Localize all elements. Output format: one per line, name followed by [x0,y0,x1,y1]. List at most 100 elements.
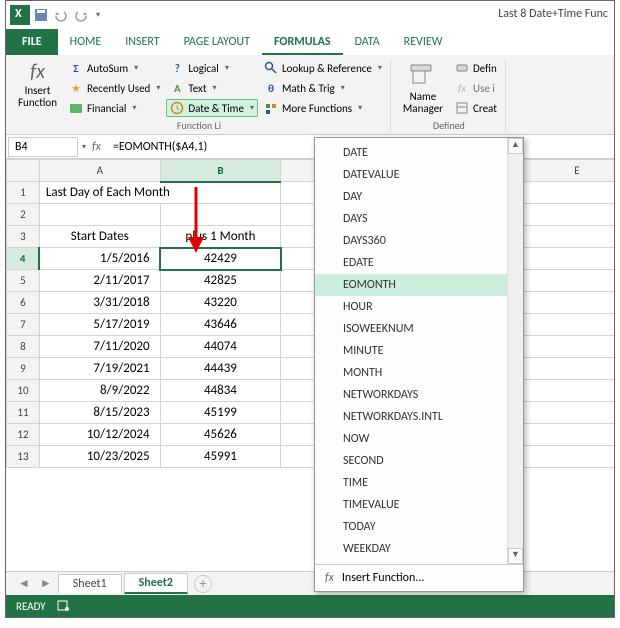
tab-data[interactable]: DATA [343,29,392,55]
create-from-selection-button[interactable]: Creat [451,99,501,117]
logical-button[interactable]: ?Logical▾ [166,59,258,77]
date-time-dropdown: DATEDATEVALUEDAYDAYSDAYS360EDATEEOMONTHH… [314,137,524,592]
tab-review[interactable]: REVIEW [392,29,455,55]
menu-item-day[interactable]: DAY [315,186,507,208]
tab-page-layout[interactable]: PAGE LAYOUT [172,29,262,55]
col-header-B[interactable]: B [160,160,281,182]
macro-record-icon[interactable] [56,598,70,615]
cell-B12[interactable]: 45626 [160,424,281,446]
clock-icon [170,101,184,115]
cell-A9[interactable]: 7/19/2021 [39,358,160,380]
window-title: Last 8 Date+Time Func [498,7,608,21]
save-icon[interactable] [34,8,48,22]
cell-A5[interactable]: 2/11/2017 [39,270,160,292]
cell-A4[interactable]: 1/5/2016 [39,248,160,270]
name-box[interactable]: B4 [8,137,78,157]
tab-formulas[interactable]: FORMULAS [262,29,343,55]
cell-B5[interactable]: 42825 [160,270,281,292]
menu-item-weekday[interactable]: WEEKDAY [315,538,507,560]
row-header-1[interactable]: 1 [7,182,40,204]
menu-item-eomonth[interactable]: EOMONTH [315,274,507,296]
cell-B8[interactable]: 44074 [160,336,281,358]
qat-dropdown-icon[interactable]: ▾ [96,10,100,20]
fx-menu-icon: fx [325,571,334,585]
insert-function-button[interactable]: fx Insert Function [12,59,63,117]
redo-icon[interactable] [74,8,88,22]
row-header-5[interactable]: 5 [7,270,40,292]
lookup-button[interactable]: Lookup & Reference▾ [260,59,386,77]
menu-item-networkdays-intl[interactable]: NETWORKDAYS.INTL [315,406,507,428]
menu-insert-function[interactable]: fx Insert Function... [315,564,523,591]
tab-home[interactable]: HOME [58,29,114,55]
menu-item-hour[interactable]: HOUR [315,296,507,318]
autosum-button[interactable]: ΣAutoSum▾ [65,59,164,77]
tab-insert[interactable]: INSERT [113,29,171,55]
scroll-up-icon[interactable]: ▲ [508,138,523,154]
menu-item-time[interactable]: TIME [315,472,507,494]
undo-icon[interactable] [54,8,68,22]
cell-B3[interactable]: plus 1 Month [160,226,281,248]
tab-file[interactable]: FILE [6,29,58,55]
menu-item-date[interactable]: DATE [315,142,507,164]
cell-B10[interactable]: 44834 [160,380,281,402]
col-header-A[interactable]: A [39,160,160,182]
cell-B13[interactable]: 45991 [160,446,281,468]
row-header-11[interactable]: 11 [7,402,40,424]
cell-A10[interactable]: 8/9/2022 [39,380,160,402]
cell-A6[interactable]: 3/31/2018 [39,292,160,314]
math-trig-button[interactable]: θMath & Trig▾ [260,79,386,97]
menu-item-month[interactable]: MONTH [315,362,507,384]
menu-item-now[interactable]: NOW [315,428,507,450]
menu-item-timevalue[interactable]: TIMEVALUE [315,494,507,516]
menu-item-networkdays[interactable]: NETWORKDAYS [315,384,507,406]
row-header-4[interactable]: 4 [7,248,40,270]
menu-item-second[interactable]: SECOND [315,450,507,472]
menu-item-today[interactable]: TODAY [315,516,507,538]
menu-item-days[interactable]: DAYS [315,208,507,230]
cell-B11[interactable]: 45199 [160,402,281,424]
fx-bar-icon[interactable]: fx [86,140,107,154]
row-header-9[interactable]: 9 [7,358,40,380]
row-header-6[interactable]: 6 [7,292,40,314]
use-in-formula-button[interactable]: fxUse i [451,79,501,97]
cell-A13[interactable]: 10/23/2025 [39,446,160,468]
cell-A1[interactable]: Last Day of Each Month [39,182,280,204]
cell-A11[interactable]: 8/15/2023 [39,402,160,424]
row-header-3[interactable]: 3 [7,226,40,248]
menu-scrollbar[interactable]: ▲ ▼ [507,138,523,564]
sheet-tab-2[interactable]: Sheet2 [124,573,188,594]
recently-used-button[interactable]: ★Recently Used▾ [65,79,164,97]
cell-B7[interactable]: 43646 [160,314,281,336]
scroll-down-icon[interactable]: ▼ [508,548,523,564]
menu-item-datevalue[interactable]: DATEVALUE [315,164,507,186]
financial-button[interactable]: Financial▾ [65,99,164,117]
cell-B4[interactable]: 42429 [160,248,281,270]
menu-item-edate[interactable]: EDATE [315,252,507,274]
menu-item-days360[interactable]: DAYS360 [315,230,507,252]
row-header-10[interactable]: 10 [7,380,40,402]
sheet-nav-prev[interactable]: ◄ [14,576,34,591]
sheet-nav-next[interactable]: ► [36,576,56,591]
sheet-tab-1[interactable]: Sheet1 [58,574,122,593]
new-sheet-button[interactable]: + [194,575,212,593]
define-name-button[interactable]: Defin [451,59,501,77]
cell-B9[interactable]: 44439 [160,358,281,380]
cell-A3[interactable]: Start Dates [39,226,160,248]
menu-item-isoweeknum[interactable]: ISOWEEKNUM [315,318,507,340]
text-button[interactable]: AText▾ [166,79,258,97]
cell-A7[interactable]: 5/17/2019 [39,314,160,336]
row-header-13[interactable]: 13 [7,446,40,468]
cell-A12[interactable]: 10/12/2024 [39,424,160,446]
row-header-2[interactable]: 2 [7,204,40,226]
row-header-8[interactable]: 8 [7,336,40,358]
cell-A8[interactable]: 7/11/2020 [39,336,160,358]
date-time-button[interactable]: Date & Time▾ [166,99,258,117]
row-header-12[interactable]: 12 [7,424,40,446]
more-functions-button[interactable]: More Functions▾ [260,99,386,117]
select-all-cell[interactable] [7,160,40,182]
row-header-7[interactable]: 7 [7,314,40,336]
excel-window: ▾ Last 8 Date+Time Func FILE HOME INSERT… [5,0,615,618]
name-manager-button[interactable]: Name Manager [397,59,449,117]
menu-item-minute[interactable]: MINUTE [315,340,507,362]
cell-B6[interactable]: 43220 [160,292,281,314]
